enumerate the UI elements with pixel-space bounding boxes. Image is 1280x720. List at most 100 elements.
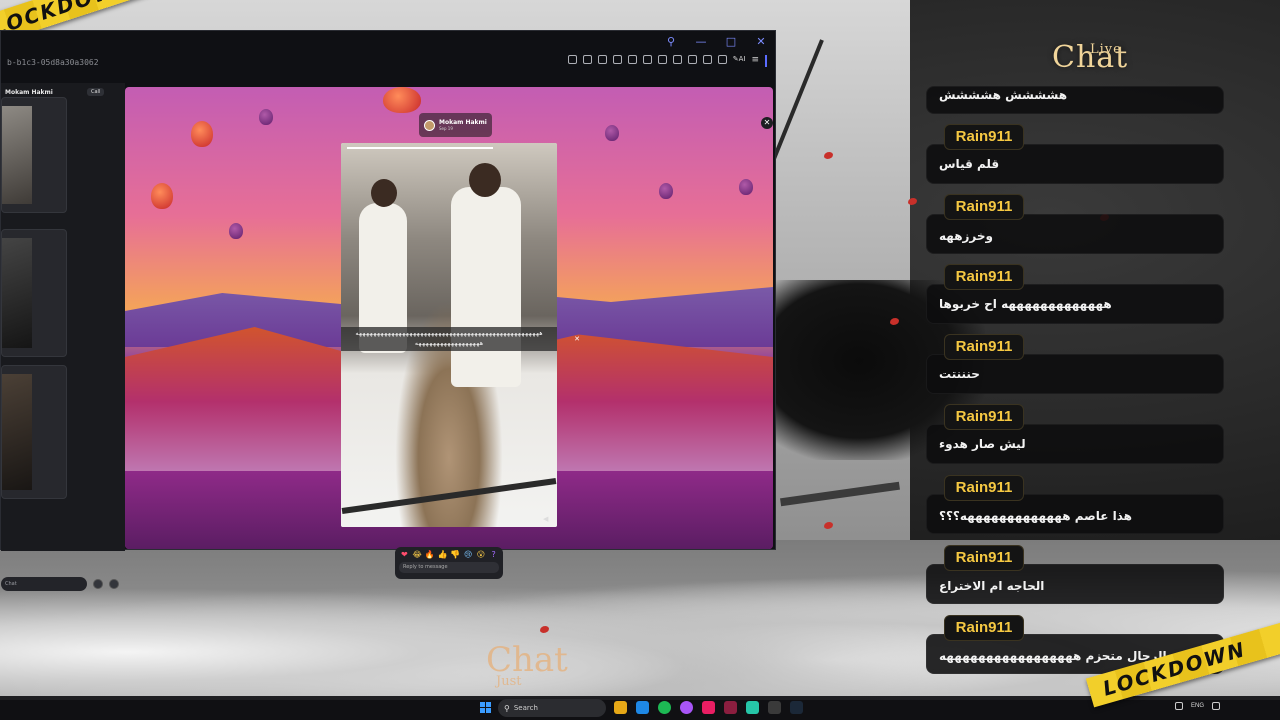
emoji-button[interactable]	[93, 579, 103, 589]
poster-time: Sep 19	[439, 126, 453, 131]
chat-message-text: هذا عاصم هههههههههههههه؟؟؟	[939, 509, 1132, 523]
chat-message-text: الحاجه ام الاختراع	[939, 579, 1045, 593]
chat-username: Rain911	[944, 194, 1024, 220]
chat-message-text: هههههههههههههه اح خربوها	[939, 297, 1112, 311]
messenger-icon[interactable]	[672, 55, 682, 64]
chat-message: قلم قياس	[926, 144, 1224, 184]
capture-app-icon[interactable]	[746, 701, 759, 714]
chat-message-text: وخرزههه	[939, 229, 993, 243]
conversation-id: b-b1c3-05d8a30a3062	[7, 57, 99, 67]
toolbar-icons: ✎AI ≡	[567, 55, 767, 67]
avatar	[424, 119, 435, 131]
balloon-image	[659, 183, 673, 199]
shield-icon[interactable]	[612, 55, 622, 64]
poster-name: Mokam Hakmi	[439, 119, 487, 126]
reaction-thumbs-down[interactable]: 👎	[450, 550, 461, 559]
caption-line-1: هههههههههههههههههههههههههههههههههههههههه…	[355, 330, 543, 337]
story-video[interactable]: هههههههههههههههههههههههههههههههههههههههه…	[341, 143, 557, 527]
chat-message: هههههههههههههه اح خربوها	[926, 284, 1224, 324]
balloon-image	[259, 109, 273, 125]
heart-icon[interactable]	[657, 55, 667, 64]
volume-icon[interactable]: ◀	[543, 515, 548, 523]
search-icon[interactable]: ⚲	[665, 35, 677, 48]
language-indicator[interactable]: ENG	[1191, 703, 1204, 709]
chat-logo: Chat Live	[1052, 40, 1128, 75]
chat-message-text: الرجال متحزم هههههههههههههههههه	[939, 649, 1167, 663]
chat-username: Rain911	[944, 264, 1024, 290]
story-caption: هههههههههههههههههههههههههههههههههههههههه…	[341, 327, 557, 351]
profile-icon[interactable]	[687, 55, 697, 64]
pin-icon[interactable]	[582, 55, 592, 64]
search-icon: ⚲	[504, 703, 510, 713]
chat-message: وخرزههه	[926, 214, 1224, 254]
play-icon[interactable]	[642, 55, 652, 64]
messenger-window: ⚲ — □ ✕ b-b1c3-05d8a30a3062 ✎AI ≡ Mokam …	[0, 30, 776, 591]
chat-username: Rain911	[944, 404, 1024, 430]
story-poster[interactable]: Mokam Hakmi Sep 19	[419, 113, 492, 137]
close-icon[interactable]: ✕	[755, 35, 767, 48]
reaction-heart[interactable]: ❤	[399, 550, 410, 559]
send-button[interactable]	[109, 579, 119, 589]
wifi-icon[interactable]	[1212, 702, 1220, 710]
file-explorer-icon[interactable]	[614, 701, 627, 714]
person-head	[469, 163, 501, 197]
system-tray: ENG	[1174, 702, 1220, 710]
thumbnail-image	[2, 238, 32, 348]
balloon-image	[191, 121, 213, 147]
xbox-icon[interactable]	[768, 701, 781, 714]
browser-icon[interactable]	[636, 701, 649, 714]
messenger-app-icon[interactable]	[680, 701, 693, 714]
zoom-icon[interactable]	[567, 55, 577, 64]
chat-username: Rain911	[944, 615, 1024, 641]
minimize-icon[interactable]: —	[695, 35, 707, 48]
chat-sidebar: Mokam Hakmi Call Chat	[1, 83, 125, 591]
balloon-image	[605, 125, 619, 141]
reaction-laugh[interactable]: 😂	[412, 550, 423, 559]
download-icon[interactable]	[627, 55, 637, 64]
sidebar-contact-name: Mokam Hakmi	[5, 89, 53, 96]
windows-start-icon[interactable]	[480, 702, 491, 713]
person-head	[371, 179, 397, 207]
maximize-icon[interactable]: □	[725, 35, 737, 48]
taskbar-search[interactable]: ⚲ Search	[498, 699, 606, 717]
crop-icon[interactable]	[597, 55, 607, 64]
reaction-row: ❤ 😂 🔥 👍 👎 😢 😮 ?	[399, 550, 499, 559]
steam-icon[interactable]	[790, 701, 803, 714]
chat-message-text: قلم قياس	[939, 157, 1000, 171]
save-icon[interactable]	[702, 55, 712, 64]
chat-logo-badge: Live	[1090, 42, 1122, 57]
media-app-icon[interactable]	[724, 701, 737, 714]
person-figure	[451, 187, 521, 387]
thumbnail-image	[2, 106, 32, 204]
poster-info: Mokam Hakmi Sep 19	[439, 119, 487, 131]
thumbnail-image	[2, 374, 32, 490]
music-app-icon[interactable]	[702, 701, 715, 714]
video-thumbnail[interactable]	[1, 365, 67, 499]
reaction-cry[interactable]: 😢	[463, 550, 474, 559]
reaction-wow[interactable]: 😮	[476, 550, 487, 559]
chat-message: هشششش هشششش	[926, 86, 1224, 114]
reaction-more[interactable]: ?	[488, 550, 499, 559]
call-button[interactable]: Call	[87, 88, 105, 96]
video-thumbnail[interactable]	[1, 97, 67, 213]
settings-icon[interactable]	[717, 55, 727, 64]
reaction-fire[interactable]: 🔥	[425, 550, 436, 559]
network-icon[interactable]	[1174, 702, 1183, 710]
reply-input[interactable]: Reply to message	[399, 562, 499, 573]
taskbar-apps	[614, 701, 803, 714]
reaction-bar: ❤ 😂 🔥 👍 👎 😢 😮 ? Reply to message	[395, 547, 503, 579]
window-titlebar: ⚲ — □ ✕	[1, 31, 775, 51]
reaction-thumbs-up[interactable]: 👍	[437, 550, 448, 559]
caption-close-icon[interactable]: ✕	[573, 335, 581, 343]
story-close-button[interactable]: ✕	[761, 117, 773, 129]
spotify-icon[interactable]	[658, 701, 671, 714]
chat-logo-bottom-sub: Just	[496, 674, 522, 689]
ai-button[interactable]: ✎AI	[733, 55, 746, 67]
menu-icon[interactable]: ≡	[751, 55, 759, 67]
story-progress-bar	[347, 147, 493, 149]
balloon-image	[383, 87, 421, 113]
chat-username: Rain911	[944, 124, 1024, 150]
video-thumbnail[interactable]	[1, 229, 67, 357]
chat-input[interactable]: Chat	[1, 577, 87, 591]
caption-line-2: ههههههههههههههههههه	[414, 340, 484, 347]
